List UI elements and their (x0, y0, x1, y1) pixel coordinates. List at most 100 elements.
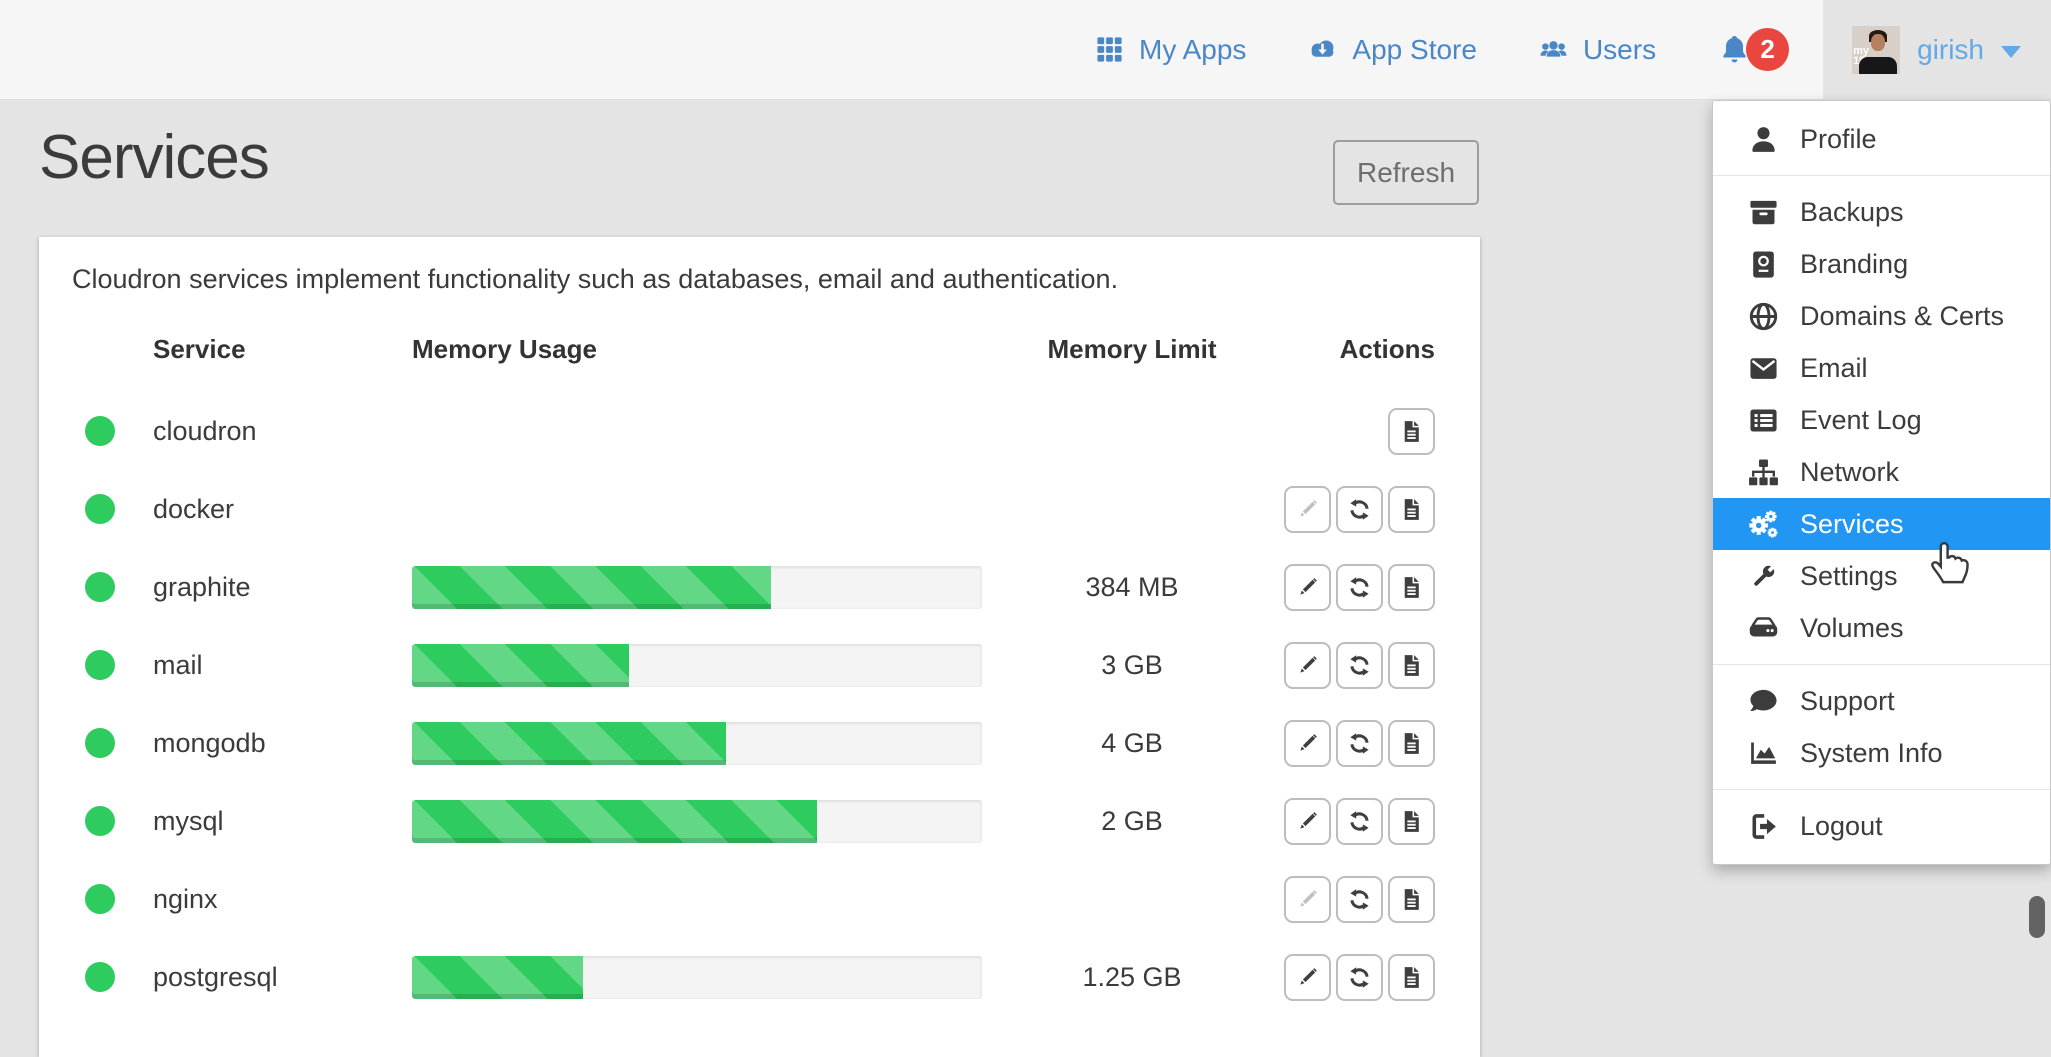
menu-item-label: Logout (1800, 811, 1883, 842)
menu-item-label: Volumes (1800, 613, 1904, 644)
table-row: postgresql 1.25 GB (72, 938, 1447, 1016)
edit-button[interactable] (1284, 720, 1331, 767)
menu-item-event-log[interactable]: Event Log (1713, 394, 2050, 446)
cogs-icon (1747, 508, 1780, 541)
restart-button[interactable] (1336, 954, 1383, 1001)
memory-limit-value: 2 GB (982, 806, 1282, 837)
menu-item-label: Event Log (1800, 405, 1922, 436)
menu-item-profile[interactable]: Profile (1713, 113, 2050, 165)
menu-item-logout[interactable]: Logout (1713, 800, 2050, 852)
menu-item-services[interactable]: Services (1713, 498, 2050, 550)
cloud-download-icon (1308, 35, 1337, 64)
restart-button[interactable] (1336, 564, 1383, 611)
notifications-button[interactable]: 2 (1718, 28, 1789, 71)
service-rows: cloudron docker graphite 384 MB mail 3 G… (72, 392, 1447, 1016)
menu-item-backups[interactable]: Backups (1713, 186, 2050, 238)
edit-button[interactable] (1284, 642, 1331, 689)
table-row: mysql 2 GB (72, 782, 1447, 860)
memory-usage-bar-fill (412, 566, 771, 609)
menu-item-email[interactable]: Email (1713, 342, 2050, 394)
logs-button[interactable] (1388, 720, 1435, 767)
service-name: mail (153, 650, 412, 681)
status-dot (85, 884, 115, 914)
restart-button[interactable] (1336, 486, 1383, 533)
passport-icon (1747, 248, 1780, 281)
menu-item-label: Profile (1800, 124, 1877, 155)
pencil-icon (1295, 653, 1320, 678)
memory-limit-value: 4 GB (982, 728, 1282, 759)
menu-item-network[interactable]: Network (1713, 446, 2050, 498)
status-dot (85, 806, 115, 836)
comment-icon (1747, 685, 1780, 718)
menu-item-label: Branding (1800, 249, 1908, 280)
logs-button[interactable] (1388, 486, 1435, 533)
service-name: postgresql (153, 962, 412, 993)
memory-limit-value: 1.25 GB (982, 962, 1282, 993)
user-dropdown-menu: Profile Backups Branding Domains & Certs Ema… (1712, 100, 2051, 865)
column-header-memory-usage: Memory Usage (412, 334, 982, 365)
menu-item-system-info[interactable]: System Info (1713, 727, 2050, 779)
memory-usage-bar (412, 800, 982, 843)
panel-description: Cloudron services implement functionalit… (72, 264, 1447, 295)
table-row: mongodb 4 GB (72, 704, 1447, 782)
row-actions (1282, 798, 1447, 845)
row-actions (1282, 642, 1447, 689)
memory-usage-bar (412, 644, 982, 687)
globe-icon (1747, 300, 1780, 333)
menu-item-label: Backups (1800, 197, 1904, 228)
archive-icon (1747, 196, 1780, 229)
scrollbar-thumb[interactable] (2029, 896, 2045, 938)
nav-item-label: Users (1583, 34, 1656, 66)
column-header-actions: Actions (1282, 334, 1447, 365)
nav-item-app-store[interactable]: App Store (1308, 34, 1477, 66)
nav-item-users[interactable]: Users (1539, 34, 1656, 66)
menu-item-domains-certs[interactable]: Domains & Certs (1713, 290, 2050, 342)
logs-button[interactable] (1388, 564, 1435, 611)
restart-button[interactable] (1336, 720, 1383, 767)
refresh-button[interactable]: Refresh (1333, 140, 1479, 205)
table-row: cloudron (72, 392, 1447, 470)
status-dot (85, 962, 115, 992)
logs-button[interactable] (1388, 642, 1435, 689)
logs-button[interactable] (1388, 408, 1435, 455)
memory-usage-bar-fill (412, 722, 726, 765)
hdd-icon (1747, 612, 1780, 645)
notification-badge: 2 (1746, 28, 1789, 71)
file-icon (1399, 731, 1424, 756)
memory-usage-bar (412, 956, 982, 999)
row-actions (1282, 408, 1447, 455)
edit-button[interactable] (1284, 954, 1331, 1001)
restart-button[interactable] (1336, 876, 1383, 923)
menu-item-support[interactable]: Support (1713, 675, 2050, 727)
user-menu-toggle[interactable]: my18 girish (1823, 0, 2051, 99)
edit-button[interactable] (1284, 564, 1331, 611)
column-header-service: Service (153, 334, 412, 365)
restart-button[interactable] (1336, 642, 1383, 689)
menu-item-settings[interactable]: Settings (1713, 550, 2050, 602)
service-name: docker (153, 494, 412, 525)
nav-item-label: App Store (1352, 34, 1477, 66)
menu-item-label: Services (1800, 509, 1904, 540)
edit-button (1284, 876, 1331, 923)
menu-item-volumes[interactable]: Volumes (1713, 602, 2050, 654)
menu-item-label: Domains & Certs (1800, 301, 2004, 332)
menu-item-branding[interactable]: Branding (1713, 238, 2050, 290)
nav-item-label: My Apps (1139, 34, 1246, 66)
memory-usage-bar (412, 566, 982, 609)
wrench-icon (1747, 560, 1780, 593)
file-icon (1399, 419, 1424, 444)
logs-button[interactable] (1388, 954, 1435, 1001)
nav-item-my-apps[interactable]: My Apps (1095, 34, 1246, 66)
pencil-icon (1295, 965, 1320, 990)
logs-button[interactable] (1388, 798, 1435, 845)
file-icon (1399, 497, 1424, 522)
service-name: mongodb (153, 728, 412, 759)
logout-icon (1747, 810, 1780, 843)
status-dot (85, 416, 115, 446)
page-title: Services (39, 122, 269, 193)
user-icon (1747, 123, 1780, 156)
pencil-icon (1295, 809, 1320, 834)
restart-button[interactable] (1336, 798, 1383, 845)
edit-button[interactable] (1284, 798, 1331, 845)
logs-button[interactable] (1388, 876, 1435, 923)
